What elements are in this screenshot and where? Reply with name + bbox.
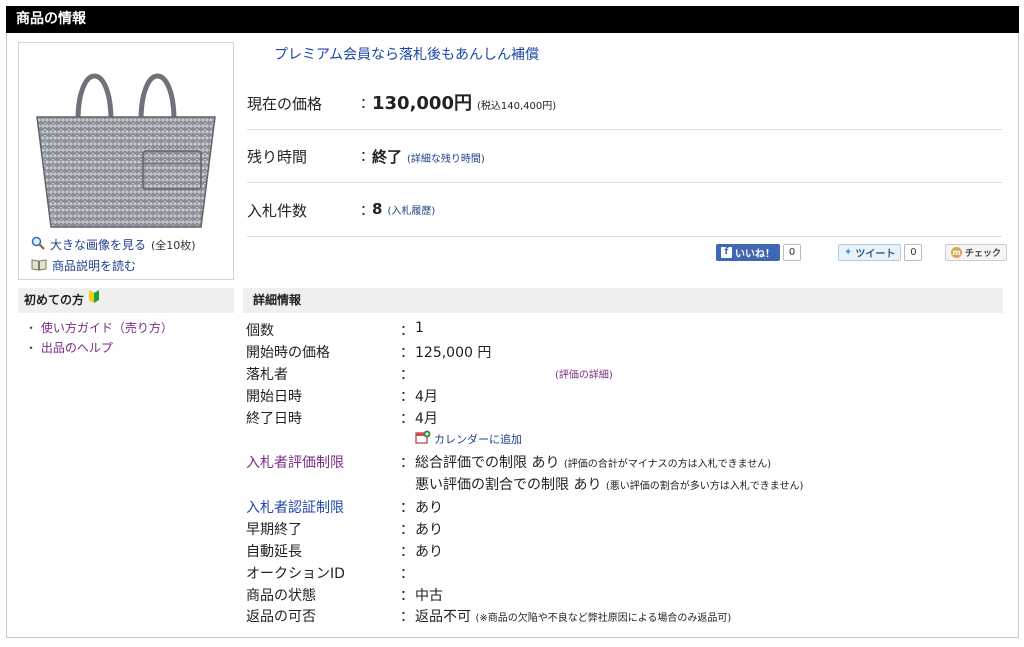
- add-to-calendar-link[interactable]: カレンダーに追加: [415, 430, 522, 447]
- beginners-heading: 初めての方: [18, 288, 234, 313]
- colon: ：: [400, 588, 414, 604]
- read-description-label[interactable]: 商品説明を読む: [52, 257, 136, 274]
- colon: ：: [400, 367, 414, 383]
- bid-history-link[interactable]: (入札履歴): [387, 202, 435, 217]
- check-label: チェック: [965, 249, 1002, 259]
- beginner-mark-icon: [88, 288, 100, 313]
- colon: ：: [400, 544, 414, 560]
- detail-value-auto-extend: あり: [415, 544, 443, 560]
- bad-rating-limit-note: (悪い評価の割合が多い方は入札できません): [605, 481, 804, 492]
- colon: ：: [400, 566, 414, 582]
- facebook-like-button[interactable]: f いいね！: [716, 244, 780, 261]
- bids-label: 入札件数: [247, 202, 308, 220]
- tweet-label: ツイート: [855, 249, 896, 260]
- time-label: 残り時間: [247, 148, 308, 166]
- colon: ：: [400, 500, 414, 516]
- returns-value: 返品不可: [415, 609, 471, 625]
- image-count: (全10枚): [151, 238, 196, 252]
- detail-label-bidder-rating-limit[interactable]: 入札者評価制限: [246, 452, 344, 472]
- returns-note: (※商品の欠陥や不良など弊社原因による場合のみ返品可): [475, 613, 732, 624]
- view-large-image-link[interactable]: 大きな画像を見る (全10枚): [31, 236, 196, 253]
- mixi-icon: m: [951, 247, 962, 258]
- colon: ：: [400, 323, 414, 339]
- product-photo[interactable]: [33, 51, 219, 231]
- tweet-button[interactable]: ✦ ツイート: [838, 244, 902, 261]
- listing-help-link[interactable]: ・ 出品のヘルプ: [25, 339, 113, 356]
- detail-label-end-date: 終了日時: [246, 411, 302, 427]
- tweet-count: 0: [904, 244, 923, 261]
- colon: ：: [400, 389, 414, 405]
- item-image-panel: 大きな画像を見る (全10枚) 商品説明を読む: [18, 42, 234, 280]
- detail-value-bidder-rating-limit: 総合評価での制限 あり (評価の合計がマイナスの方は入札できません): [415, 452, 771, 472]
- bad-rating-limit-value: 悪い評価の割合での制限 あり: [415, 477, 602, 493]
- tweet-widget: ✦ ツイート 0: [838, 244, 923, 261]
- price-value-wrap: 130,000円 (税込140,400円): [372, 89, 556, 115]
- detail-label-winner: 落札者: [246, 367, 288, 383]
- colon: ：: [400, 411, 414, 427]
- time-value-wrap: 終了 (詳細な残り時間): [372, 146, 485, 167]
- detail-value-end-date: 4月: [415, 411, 438, 427]
- detail-value-condition: 中古: [415, 588, 443, 604]
- detail-label-auction-id: オークションID: [246, 566, 345, 582]
- details-heading: 詳細情報: [243, 288, 1003, 313]
- usage-guide-link[interactable]: ・ 使い方ガイド（売り方）: [25, 319, 173, 336]
- magnifier-icon: [31, 236, 45, 253]
- detail-value-start-date: 4月: [415, 389, 438, 405]
- check-button[interactable]: m チェック: [945, 244, 1008, 261]
- like-count: 0: [783, 244, 801, 261]
- detail-value-start-price: 125,000 円: [415, 345, 492, 361]
- detail-label-returns: 返品の可否: [246, 609, 316, 625]
- current-price-row: 現在の価格 ： 130,000円 (税込140,400円): [247, 78, 1002, 130]
- detail-value-quantity: 1: [415, 320, 424, 336]
- price-tax: (税込140,400円): [476, 101, 557, 112]
- twitter-bird-icon: ✦: [844, 247, 853, 258]
- calendar-icon: [415, 430, 431, 447]
- like-label: いいね！: [735, 249, 775, 260]
- mixi-check-widget: m チェック: [945, 244, 1008, 261]
- detail-value-early-end: あり: [415, 522, 443, 538]
- detail-label-condition: 商品の状態: [246, 588, 316, 604]
- bid-count-row: 入札件数 ： 8 (入札履歴): [247, 183, 1002, 237]
- colon: ：: [400, 345, 414, 361]
- time-value: 終了: [372, 148, 403, 166]
- detail-label-auto-extend: 自動延長: [246, 544, 302, 560]
- colon: ：: [400, 522, 414, 538]
- facebook-like-widget: f いいね！ 0: [716, 244, 801, 261]
- read-description-link[interactable]: 商品説明を読む: [31, 257, 136, 274]
- rating-limit-note: (評価の合計がマイナスの方は入札できません): [563, 459, 772, 470]
- section-title: 商品の情報: [6, 6, 1019, 33]
- detail-label-start-date: 開始日時: [246, 389, 302, 405]
- add-to-calendar-label[interactable]: カレンダーに追加: [434, 431, 522, 447]
- colon: ：: [400, 455, 414, 471]
- rating-detail-link[interactable]: (評価の詳細): [555, 366, 613, 381]
- remaining-time-row: 残り時間 ： 終了 (詳細な残り時間): [247, 130, 1002, 183]
- time-detail-link[interactable]: (詳細な残り時間): [407, 150, 485, 165]
- detail-value-bad-rating-limit: 悪い評価の割合での制限 あり (悪い評価の割合が多い方は入札できません): [415, 474, 803, 494]
- detail-label-early-end: 早期終了: [246, 522, 302, 538]
- detail-label-bidder-auth-limit[interactable]: 入札者認証制限: [246, 497, 344, 517]
- premium-protection-link[interactable]: プレミアム会員なら落札後もあんしん補償: [274, 44, 539, 64]
- bids-value-wrap: 8 (入札履歴): [372, 200, 435, 218]
- price-value: 130,000円: [372, 93, 472, 114]
- facebook-icon: f: [721, 247, 732, 258]
- detail-label-start-price: 開始時の価格: [246, 345, 330, 361]
- rating-limit-value: 総合評価での制限 あり: [415, 455, 560, 471]
- price-label: 現在の価格: [247, 95, 323, 113]
- book-icon: [31, 258, 47, 274]
- beginners-heading-text: 初めての方: [24, 293, 85, 307]
- bids-value: 8: [372, 200, 383, 218]
- view-large-label[interactable]: 大きな画像を見る: [50, 236, 146, 253]
- colon: ：: [400, 609, 414, 625]
- detail-value-returns: 返品不可 (※商品の欠陥や不良など弊社原因による場合のみ返品可): [415, 606, 731, 626]
- detail-value-bidder-auth-limit: あり: [415, 500, 443, 516]
- detail-label-quantity: 個数: [246, 323, 274, 339]
